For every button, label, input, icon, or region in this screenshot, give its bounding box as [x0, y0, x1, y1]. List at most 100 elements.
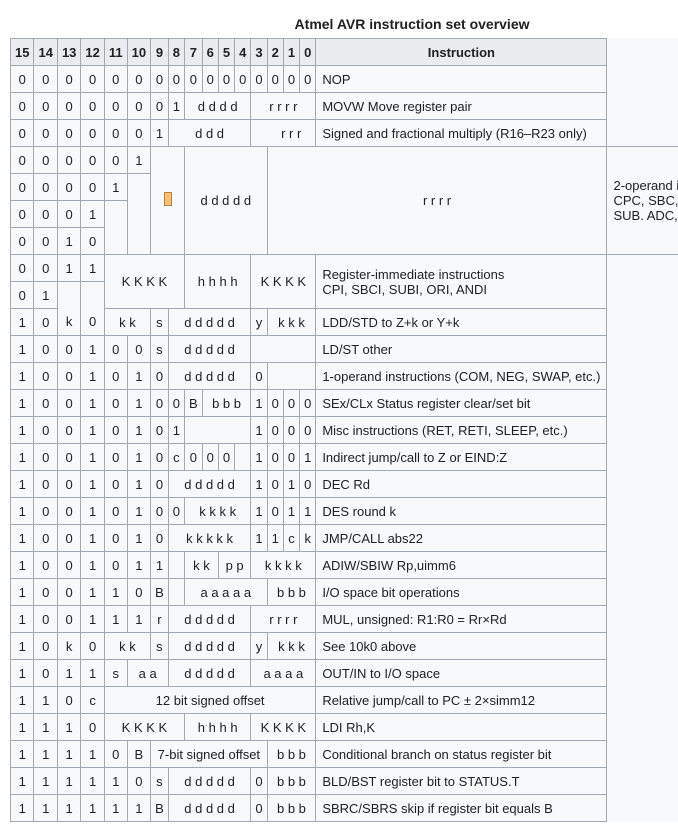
bit-group: b b b	[202, 390, 251, 417]
instr-cell: Signed and fractional multiply (R16–R23 …	[316, 120, 607, 147]
bit-cell: 0	[127, 336, 150, 363]
instr-cell: SBRC/SBRS skip if register bit equals B	[316, 795, 607, 822]
bit-cell: 0	[81, 309, 104, 336]
bit-cell: 1	[34, 687, 57, 714]
bit-group: d d d d d	[168, 633, 251, 660]
bit-cell: 1	[104, 174, 127, 201]
bit-cell: 1	[11, 714, 34, 741]
bit-cell: 1	[11, 525, 34, 552]
table-row: 1111 11 B d d d d d 0 b b b SBRC/SBRS sk…	[11, 795, 678, 822]
bit-cell: 1	[11, 390, 34, 417]
bit-cell: 0	[151, 444, 169, 471]
bit-cell: 0	[235, 66, 251, 93]
bit-cell: 1	[11, 795, 34, 822]
bit-cell: 0	[34, 174, 57, 201]
bit-cell: 1	[127, 390, 150, 417]
table-row: 10 k0 k k s d d d d d y k k k LDD/STD to…	[11, 309, 678, 336]
instr-cell: NOP	[316, 66, 607, 93]
bit-cell: 1	[300, 444, 316, 471]
col-bit-11: 11	[104, 39, 127, 66]
bit-cell: 0	[104, 363, 127, 390]
bit-group: r r r r	[267, 147, 607, 255]
bit-group: k k k k	[251, 552, 316, 579]
bit-cell: 0	[11, 120, 34, 147]
bit-cell: 0	[104, 498, 127, 525]
bit-group: d d d d d	[168, 471, 251, 498]
bit-cell: 1	[300, 498, 316, 525]
bit-cell: 1	[81, 417, 104, 444]
col-bit-13: 13	[57, 39, 80, 66]
bit-cell: 1	[81, 390, 104, 417]
bit-cell: 0	[127, 768, 150, 795]
bit-cell: 1	[81, 255, 104, 282]
bit-cell: 0	[202, 444, 218, 471]
bit-cell: B	[151, 795, 169, 822]
bit-group: a a	[127, 660, 168, 687]
bit-cell: 1	[11, 471, 34, 498]
bit-cell: 0	[251, 795, 267, 822]
bit-cell: 1	[151, 552, 169, 579]
bit-cell: 1	[34, 768, 57, 795]
bit-cell: 0	[283, 444, 299, 471]
bit-cell	[168, 552, 184, 579]
bit-cell	[235, 120, 251, 147]
bit-cell: 0	[57, 93, 80, 120]
bit-group: p p	[218, 552, 250, 579]
bit-cell: 0	[57, 525, 80, 552]
col-bit-14: 14	[34, 39, 57, 66]
bit-cell: 0	[34, 201, 57, 228]
bit-cell: 0	[151, 66, 169, 93]
bit-cell: 1	[11, 417, 34, 444]
col-bit-2: 2	[267, 39, 283, 66]
bit-cell: 0	[57, 606, 80, 633]
bit-cell: 0	[104, 417, 127, 444]
bit-cell: 1	[168, 93, 184, 120]
bit-cell: 1	[11, 687, 34, 714]
col-bit-8: 8	[168, 39, 184, 66]
instr-cell: Conditional branch on status register bi…	[316, 741, 607, 768]
bit-group: d d d d d	[168, 606, 251, 633]
bit-cell: 0	[34, 579, 57, 606]
bit-cell: c	[283, 525, 299, 552]
bit-cell: 1	[81, 552, 104, 579]
bit-cell: 0	[34, 471, 57, 498]
table-row: 0000 0000 0000 0000 NOP	[11, 66, 678, 93]
bit-group: d d d d d	[168, 768, 251, 795]
bit-group: d d d d d	[168, 336, 251, 363]
bit-group: k k	[185, 552, 219, 579]
bit-cell	[127, 174, 150, 201]
table-row: 1001 010 d d d d d 0 1-operand instructi…	[11, 363, 678, 390]
instr-cell: 2-operand instructions CPC, SBC, ADD, CP…	[607, 147, 678, 255]
bit-cell: 1	[11, 660, 34, 687]
bit-cell: 0	[300, 417, 316, 444]
bit-cell: 1	[11, 633, 34, 660]
col-bit-10: 10	[127, 39, 150, 66]
bit-cell: 1	[104, 768, 127, 795]
bit-cell	[168, 579, 184, 606]
bit-group: a a a a a	[185, 579, 268, 606]
bit-cell: 0	[104, 471, 127, 498]
bit-cell: 0	[34, 255, 57, 282]
table-row: 0000 01 d d d d d r r r r 2-operand inst…	[11, 147, 678, 174]
bit-cell: 0	[185, 444, 203, 471]
bit-cell: 0	[34, 552, 57, 579]
bit-cell: 0	[267, 498, 283, 525]
bit-cell: 1	[127, 525, 150, 552]
bit-cell: 1	[168, 417, 184, 444]
col-bit-6: 6	[202, 39, 218, 66]
instr-cell: LDD/STD to Z+k or Y+k	[316, 309, 607, 336]
bit-cell: 0	[57, 363, 80, 390]
table-row: 1001 11 r d d d d d r r r r MUL, unsigne…	[11, 606, 678, 633]
bit-cell: 0	[57, 174, 80, 201]
bit-cell: 1	[81, 660, 104, 687]
instr-cell: DES round k	[316, 498, 607, 525]
bit-cell: 1	[57, 660, 80, 687]
bit-cell	[57, 282, 80, 309]
bit-cell	[81, 282, 104, 309]
col-bit-3: 3	[251, 39, 267, 66]
instr-cell: MUL, unsigned: R1:R0 = Rr×Rd	[316, 606, 607, 633]
bit-cell: c	[168, 444, 184, 471]
bit-cell: 1	[34, 714, 57, 741]
bit-cell: 0	[104, 444, 127, 471]
bit-cell: 1	[104, 795, 127, 822]
